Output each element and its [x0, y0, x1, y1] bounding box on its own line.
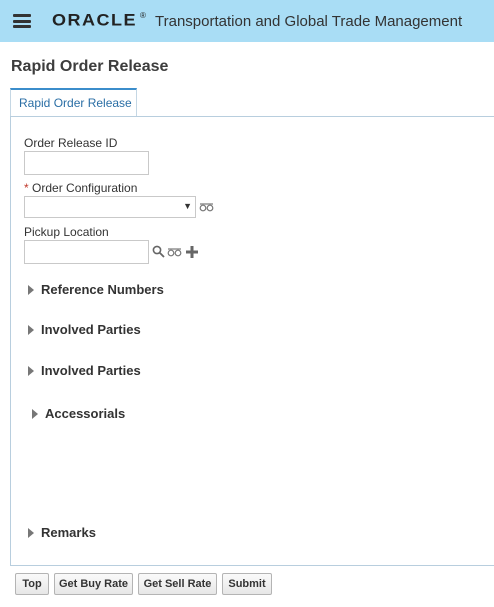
triangle-right-icon [28, 528, 34, 538]
triangle-right-icon [28, 325, 34, 335]
magnifier-search-icon[interactable] [152, 245, 165, 258]
glasses-view-icon[interactable] [199, 202, 214, 212]
plus-add-icon[interactable] [186, 246, 198, 258]
oracle-logo: ORACLE [52, 11, 137, 29]
pickup-location-input[interactable] [24, 240, 149, 264]
order-configuration-label-text: Order Configuration [32, 181, 138, 195]
required-marker: * [24, 181, 29, 195]
registered-mark: ® [140, 11, 146, 20]
section-label: Involved Parties [41, 363, 141, 378]
section-involved-parties[interactable]: Involved Parties [28, 322, 141, 337]
page-title: Rapid Order Release [11, 58, 169, 75]
get-buy-rate-button[interactable]: Get Buy Rate [54, 573, 133, 595]
tab-label: Rapid Order Release [19, 96, 132, 110]
section-label: Accessorials [45, 406, 126, 421]
triangle-right-icon [32, 409, 38, 419]
section-label: Remarks [41, 525, 96, 540]
triangle-right-icon [28, 366, 34, 376]
top-bar: ORACLE ® Transportation and Global Trade… [0, 0, 494, 42]
get-sell-rate-button[interactable]: Get Sell Rate [138, 573, 217, 595]
triangle-right-icon [28, 285, 34, 295]
order-release-id-input[interactable] [24, 151, 149, 175]
section-label: Reference Numbers [41, 282, 164, 297]
order-configuration-select[interactable]: ▼ [24, 196, 196, 218]
tab-rapid-order-release[interactable]: Rapid Order Release [10, 88, 137, 116]
section-accessorials[interactable]: Accessorials [32, 406, 125, 421]
order-release-id-label: Order Release ID [24, 136, 118, 150]
submit-button[interactable]: Submit [222, 573, 272, 595]
hamburger-menu-icon[interactable] [13, 14, 31, 28]
order-configuration-label: * Order Configuration [24, 181, 137, 195]
section-label: Involved Parties [41, 322, 141, 337]
section-involved-parties-2[interactable]: Involved Parties [28, 363, 141, 378]
top-button[interactable]: Top [15, 573, 49, 595]
section-remarks[interactable]: Remarks [28, 525, 96, 540]
glasses-view-icon[interactable] [167, 247, 182, 257]
chevron-down-icon: ▼ [183, 201, 192, 211]
section-reference-numbers[interactable]: Reference Numbers [28, 282, 164, 297]
pickup-location-label: Pickup Location [24, 225, 109, 239]
app-title: Transportation and Global Trade Manageme… [155, 13, 463, 30]
